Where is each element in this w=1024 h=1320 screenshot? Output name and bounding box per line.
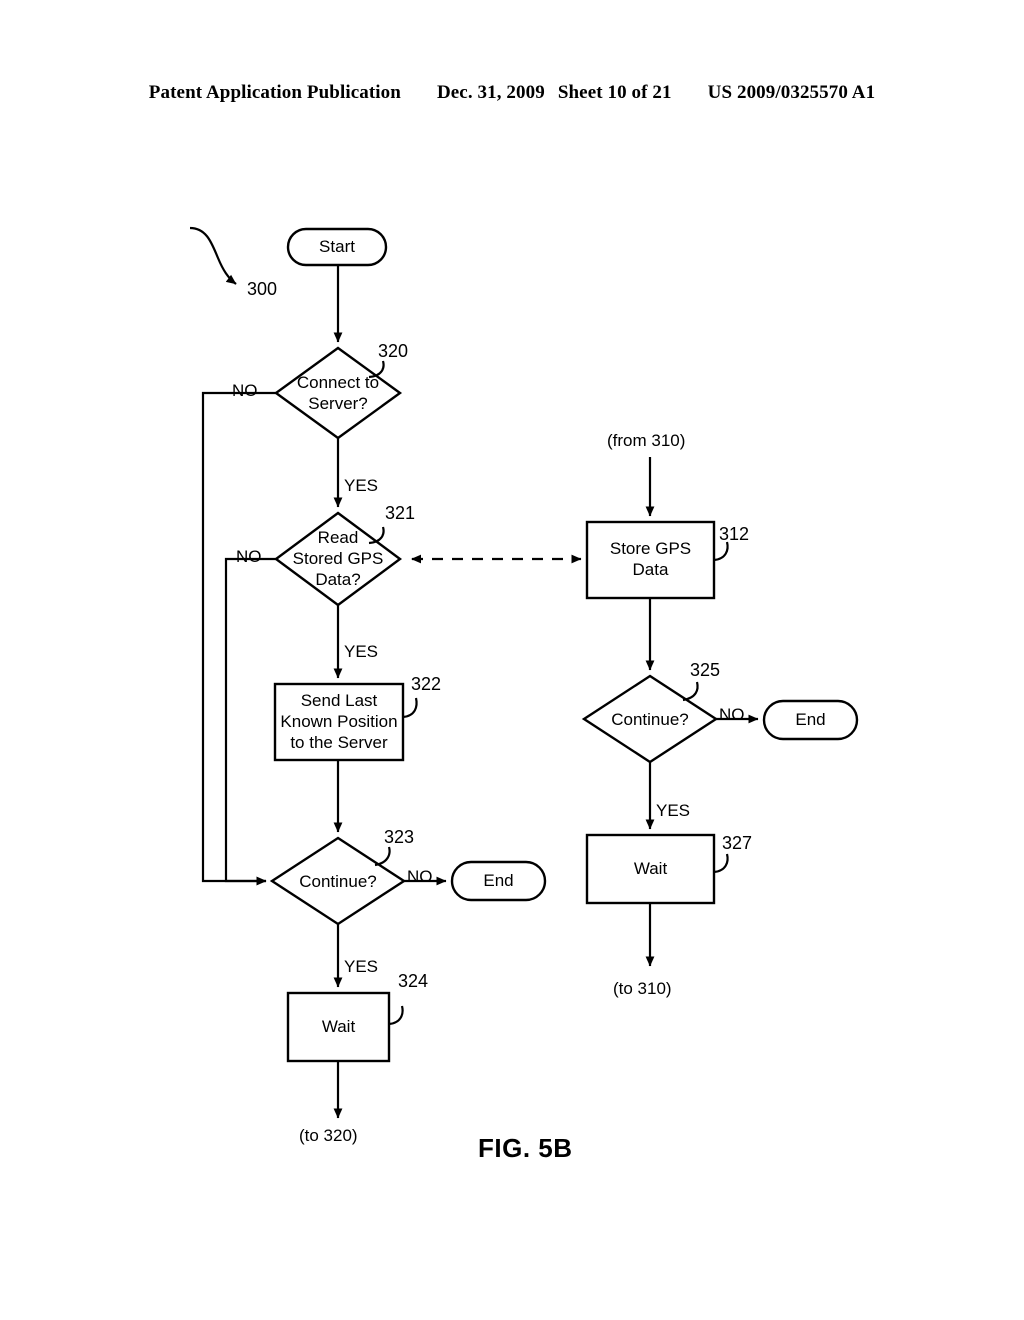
node-connect-server-label: Connect to Server? (296, 373, 380, 413)
edge-label-continue-right-yes: YES (656, 801, 691, 820)
ref-num-300: 300 (247, 279, 278, 299)
node-continue-right-label: Continue? (611, 710, 689, 729)
node-wait-right-label: Wait (633, 859, 668, 878)
leader-325 (682, 681, 699, 702)
edge-label-connect-yes: YES (344, 476, 379, 495)
node-end-right-label: End (795, 710, 826, 729)
edge-label-continue-left-yes: YES (344, 957, 379, 976)
ref-num-321: 321 (385, 503, 416, 523)
edge-label-continue-right-no: NO (719, 705, 745, 724)
leader-327 (713, 853, 729, 874)
edge-label-read-yes: YES (344, 642, 379, 661)
connector-to-310: (to 310) (613, 979, 672, 998)
node-store-gps-label: Store GPS Data (609, 539, 692, 579)
node-wait-left-label: Wait (321, 1017, 356, 1036)
ref-num-324: 324 (398, 971, 429, 991)
node-start-label: Start (319, 237, 355, 256)
ref-num-320: 320 (378, 341, 409, 361)
node-end-left-label: End (483, 871, 514, 890)
node-read-stored-gps-label: Read Stored GPS Data? (292, 528, 384, 589)
connector-to-320: (to 320) (299, 1126, 358, 1145)
connector-from-310: (from 310) (607, 431, 686, 450)
leader-324 (388, 1005, 404, 1026)
ref-num-325: 325 (690, 660, 721, 680)
ref-num-312: 312 (719, 524, 750, 544)
edge-label-read-no: NO (236, 547, 262, 566)
edge-read-no-feedback (224, 557, 276, 886)
flowchart-svg (189, 226, 859, 1119)
figure-caption: FIG. 5B (478, 1133, 573, 1163)
leader-300 (189, 226, 237, 285)
node-send-last-known-label: Send Last Known Position to the Server (280, 691, 398, 752)
ref-num-327: 327 (722, 833, 753, 853)
edge-label-connect-no: NO (232, 381, 258, 400)
edge-connect-no-feedback (201, 391, 276, 886)
ref-num-323: 323 (384, 827, 415, 847)
flowchart-figure: Start Connect to Server? Read Stored GPS… (0, 0, 1024, 1320)
node-continue-left-label: Continue? (299, 872, 377, 891)
leader-322 (402, 697, 418, 719)
edge-label-continue-left-no: NO (407, 867, 433, 886)
ref-num-322: 322 (411, 674, 442, 694)
